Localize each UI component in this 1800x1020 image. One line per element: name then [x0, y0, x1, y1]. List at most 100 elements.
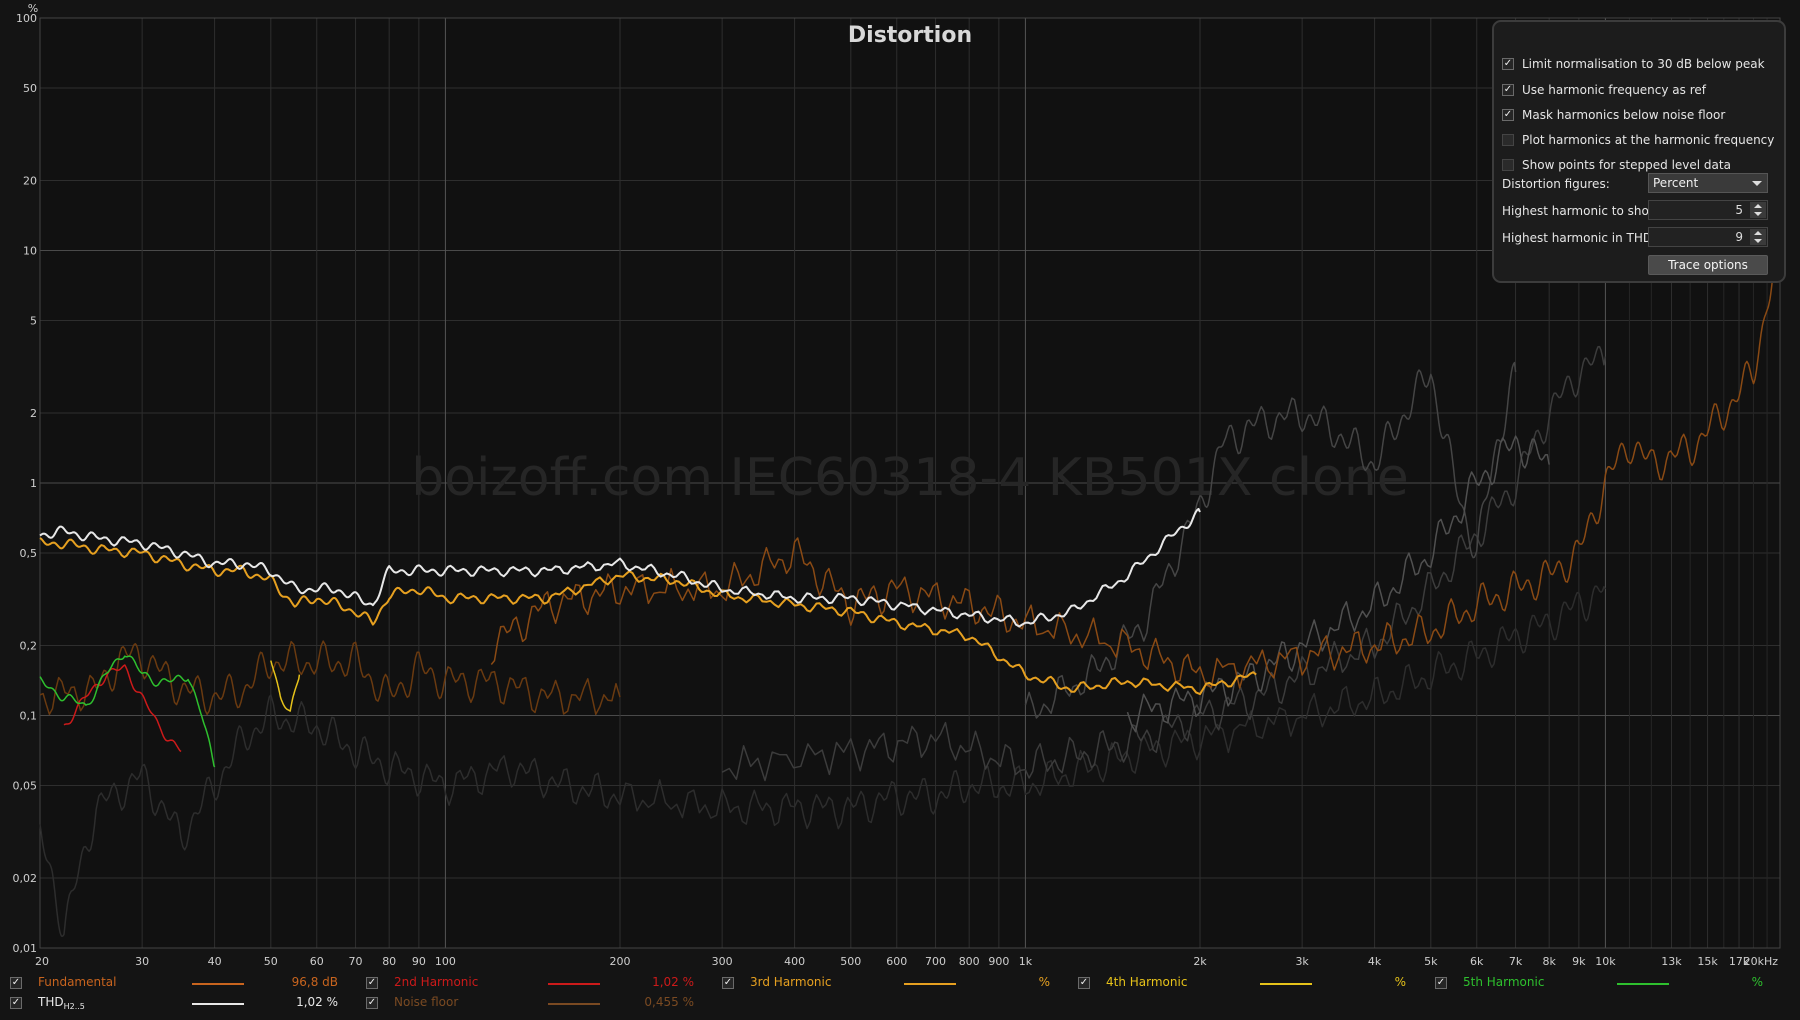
x-tick-label: 400: [784, 955, 805, 968]
x-tick-label: 60: [310, 955, 324, 968]
legend-swatch: [1260, 983, 1312, 985]
y-tick-labels: 1005020105210,50,20,10,050,020,01: [13, 12, 38, 955]
legend-label-sub: H2..5: [63, 1002, 85, 1011]
highest-harmonic-show-label: Highest harmonic to show:: [1502, 204, 1663, 218]
option-label: Use harmonic frequency as ref: [1522, 83, 1706, 97]
x-tick-label: 20kHz: [1744, 955, 1779, 968]
distortion-figures-value: Percent: [1653, 176, 1699, 190]
legend-item-2nd-harmonic[interactable]: ✓ 2nd Harmonic 1,02 %: [366, 974, 716, 992]
chevron-down-icon: [1752, 181, 1762, 186]
x-tick-label: 50: [264, 955, 278, 968]
checkbox-3rd-harmonic[interactable]: ✓: [722, 977, 734, 989]
option-label: Mask harmonics below noise floor: [1522, 108, 1726, 122]
legend-swatch: [192, 983, 244, 985]
y-tick-label: 0,01: [13, 942, 38, 955]
option-plot-harmonics[interactable]: Plot harmonics at the harmonic frequency: [1502, 129, 1774, 151]
x-tick-label: 3k: [1295, 955, 1309, 968]
spinner-buttons[interactable]: [1750, 202, 1766, 218]
y-tick-label: 0,05: [13, 779, 38, 792]
legend-label-main: THD: [38, 995, 64, 1009]
highest-harmonic-thd-stepper[interactable]: 9: [1648, 227, 1768, 247]
decrement-icon[interactable]: [1754, 239, 1762, 243]
option-harmonic-frequency-ref[interactable]: ✓ Use harmonic frequency as ref: [1502, 79, 1706, 101]
highest-harmonic-show-value: 5: [1735, 203, 1743, 217]
checkbox-5th-harmonic[interactable]: ✓: [1435, 977, 1447, 989]
x-tick-label: 13k: [1661, 955, 1682, 968]
x-tick-label: 300: [712, 955, 733, 968]
x-tick-label: 900: [988, 955, 1009, 968]
x-tick-label: 8k: [1543, 955, 1557, 968]
legend-swatch: [548, 1003, 600, 1005]
legend-swatch: [1617, 983, 1669, 985]
x-tick-label: 7k: [1509, 955, 1523, 968]
increment-icon[interactable]: [1754, 204, 1762, 208]
y-tick-label: 0,1: [20, 710, 38, 723]
checkbox-show-points[interactable]: [1502, 159, 1514, 171]
x-tick-label: 5k: [1424, 955, 1438, 968]
checkbox-fundamental[interactable]: ✓: [10, 977, 22, 989]
legend-value: %: [1394, 975, 1406, 989]
x-tick-label: 30: [135, 955, 149, 968]
x-tick-label: 70: [349, 955, 363, 968]
legend-item-4th-harmonic[interactable]: ✓ 4th Harmonic %: [1078, 974, 1428, 992]
watermark: boizoff.com IEC60318-4 KB501X clone: [411, 448, 1409, 508]
checkbox-4th-harmonic[interactable]: ✓: [1078, 977, 1090, 989]
chart-title: Distortion: [848, 23, 972, 48]
x-tick-label: 9k: [1572, 955, 1586, 968]
option-mask-harmonics[interactable]: ✓ Mask harmonics below noise floor: [1502, 104, 1725, 126]
legend: ✓ Fundamental 96,8 dB ✓ 2nd Harmonic 1,0…: [0, 968, 1800, 1020]
legend-item-thd[interactable]: ✓ THDH2..5 1,02 %: [10, 994, 360, 1012]
legend-item-noise-floor[interactable]: ✓ Noise floor 0,455 %: [366, 994, 716, 1012]
highest-harmonic-thd-label: Highest harmonic in THD:: [1502, 231, 1657, 245]
checkbox-2nd-harmonic[interactable]: ✓: [366, 977, 378, 989]
y-tick-label: 0,2: [20, 640, 38, 653]
legend-value: 0,455 %: [644, 995, 694, 1009]
x-tick-label: 15k: [1697, 955, 1718, 968]
y-tick-label: 50: [23, 82, 37, 95]
distortion-figures-label: Distortion figures:: [1502, 177, 1610, 191]
option-limit-normalisation[interactable]: ✓ Limit normalisation to 30 dB below pea…: [1502, 53, 1765, 75]
highest-harmonic-show-stepper[interactable]: 5: [1648, 200, 1768, 220]
legend-swatch: [904, 983, 956, 985]
checkbox-mask-harmonics[interactable]: ✓: [1502, 109, 1514, 121]
x-tick-label: 1k: [1019, 955, 1033, 968]
legend-value: 1,02 %: [296, 995, 338, 1009]
checkbox-harmonic-frequency-ref[interactable]: ✓: [1502, 84, 1514, 96]
legend-value: %: [1751, 975, 1763, 989]
legend-label: 3rd Harmonic: [750, 975, 832, 989]
increment-icon[interactable]: [1754, 231, 1762, 235]
checkbox-plot-harmonics[interactable]: [1502, 134, 1514, 146]
legend-item-3rd-harmonic[interactable]: ✓ 3rd Harmonic %: [722, 974, 1072, 992]
checkbox-limit-normalisation[interactable]: ✓: [1502, 58, 1514, 70]
legend-value: 96,8 dB: [291, 975, 338, 989]
x-tick-label: 800: [959, 955, 980, 968]
x-tick-label: 2k: [1193, 955, 1207, 968]
x-tick-label: 200: [610, 955, 631, 968]
legend-item-fundamental[interactable]: ✓ Fundamental 96,8 dB: [10, 974, 360, 992]
legend-label: 5th Harmonic: [1463, 975, 1545, 989]
legend-label: Noise floor: [394, 995, 459, 1009]
option-label: Limit normalisation to 30 dB below peak: [1522, 57, 1765, 71]
legend-label: 2nd Harmonic: [394, 975, 479, 989]
legend-label: 4th Harmonic: [1106, 975, 1188, 989]
y-tick-label: 10: [23, 245, 37, 258]
y-tick-label: 1: [30, 477, 37, 490]
options-panel: ✓ Limit normalisation to 30 dB below pea…: [1492, 20, 1786, 283]
y-axis-unit: %: [28, 2, 38, 15]
legend-value: %: [1038, 975, 1050, 989]
checkbox-thd[interactable]: ✓: [10, 997, 22, 1009]
legend-value: 1,02 %: [652, 975, 694, 989]
x-tick-label: 700: [925, 955, 946, 968]
decrement-icon[interactable]: [1754, 212, 1762, 216]
x-tick-label: 100: [435, 955, 456, 968]
legend-swatch: [548, 983, 600, 985]
spinner-buttons[interactable]: [1750, 229, 1766, 245]
distortion-figures-select[interactable]: Percent: [1648, 173, 1768, 193]
x-tick-label: 90: [412, 955, 426, 968]
x-tick-label: 6k: [1470, 955, 1484, 968]
legend-label: Fundamental: [38, 975, 117, 989]
legend-item-5th-harmonic[interactable]: ✓ 5th Harmonic %: [1435, 974, 1785, 992]
checkbox-noise-floor[interactable]: ✓: [366, 997, 378, 1009]
legend-swatch: [192, 1003, 244, 1005]
trace-options-button[interactable]: Trace options: [1648, 255, 1768, 275]
